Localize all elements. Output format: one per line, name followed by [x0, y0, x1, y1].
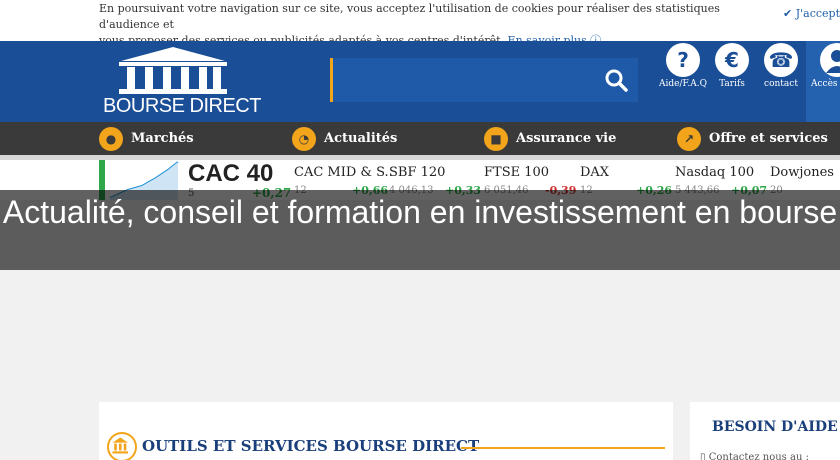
tarifs-button[interactable]: € Tarifs: [704, 41, 760, 122]
help-faq-label: Aide/F.A.Q: [659, 79, 707, 89]
nav-item-marches[interactable]: ● Marchés: [99, 122, 194, 155]
nav-item-assurance-vie[interactable]: ■ Assurance vie: [484, 122, 616, 155]
cac40-name[interactable]: CAC 40: [188, 160, 273, 188]
title-rule: [461, 447, 665, 449]
question-icon: ?: [666, 43, 700, 77]
index-name: FTSE 100: [484, 165, 550, 180]
help-contact-line: ▯ Contactez nous au :: [700, 452, 809, 460]
search-box: [330, 58, 638, 102]
nav-label-marches: Marchés: [131, 131, 194, 146]
temple-badge-icon: [107, 432, 137, 460]
user-icon: [820, 43, 840, 77]
contact-button[interactable]: ☎ contact: [753, 41, 809, 122]
nav-label-actualites: Actualités: [324, 131, 398, 146]
index-name: SBF 120: [389, 165, 446, 180]
briefcase-icon: ■: [484, 126, 508, 151]
contact-label: contact: [764, 79, 798, 89]
logo-text: BOURSE DIRECT: [103, 95, 261, 117]
cookie-text-line1: En poursuivant votre navigation sur ce s…: [99, 2, 720, 31]
index-name: CAC MID & S..: [294, 165, 393, 180]
help-title: BESOIN D'AIDE: [712, 419, 838, 435]
overlay-title: Actualité, conseil et formation en inves…: [2, 194, 838, 230]
accept-label: J'accepte: [795, 7, 840, 20]
nav-label-assurance-vie: Assurance vie: [516, 131, 617, 146]
main-nav: ● Marchés ◔ Actualités ■ Assurance vie ↗…: [0, 122, 840, 155]
search-input[interactable]: [341, 64, 591, 96]
search-icon[interactable]: [604, 68, 628, 92]
coin-icon: ●: [99, 126, 123, 151]
tools-services-title: OUTILS ET SERVICES BOURSE DIRECT: [142, 437, 480, 455]
nav-item-actualites[interactable]: ◔ Actualités: [292, 122, 397, 155]
temple-icon: [119, 47, 227, 94]
bourse-direct-logo[interactable]: BOURSE DIRECT: [103, 45, 261, 119]
phone-icon: ☎: [764, 43, 798, 77]
site-header: BOURSE DIRECT ? Aide/F.A.Q € Tarifs ☎ co…: [0, 41, 840, 122]
cookie-banner: En poursuivant votre navigation sur ce s…: [0, 0, 840, 47]
title-overlay: Actualité, conseil et formation en inves…: [0, 190, 840, 270]
index-name: Dowjones: [770, 165, 834, 180]
account-access-button[interactable]: Accès c: [806, 41, 840, 122]
index-name: Nasdaq 100: [675, 165, 755, 180]
chart-icon: ↗: [677, 126, 701, 151]
index-name: DAX: [580, 165, 610, 180]
rss-icon: ◔: [292, 126, 316, 151]
nav-label-offre-services: Offre et services: [709, 131, 828, 146]
help-faq-button[interactable]: ? Aide/F.A.Q: [655, 41, 711, 122]
euro-icon: €: [715, 43, 749, 77]
tools-services-panel: OUTILS ET SERVICES BOURSE DIRECT: [99, 402, 673, 460]
help-contact-text: Contactez nous au :: [708, 452, 809, 460]
account-label: Accès c: [811, 79, 840, 89]
check-icon: ✔: [783, 7, 793, 20]
accept-cookies-button[interactable]: ✔ J'accepte: [783, 7, 840, 20]
nav-item-offre-services[interactable]: ↗ Offre et services: [677, 122, 828, 155]
help-panel: BESOIN D'AIDE ▯ Contactez nous au :: [690, 402, 840, 460]
tarifs-label: Tarifs: [719, 79, 745, 89]
mobile-icon: ▯: [700, 452, 706, 460]
